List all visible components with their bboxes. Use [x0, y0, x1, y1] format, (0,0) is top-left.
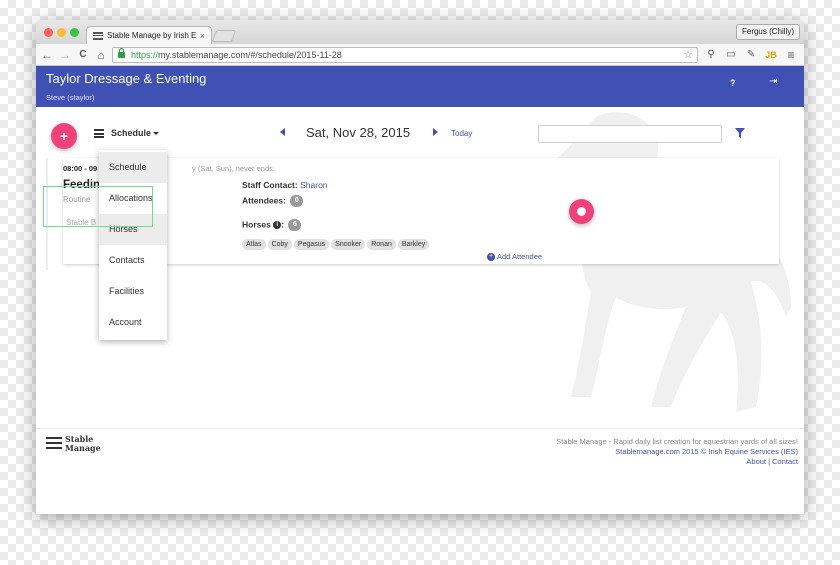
logo-line-2: Manage	[65, 443, 101, 453]
horses: Horses i: 6	[242, 219, 302, 231]
help-button[interactable]: ?	[730, 78, 736, 88]
info-icon[interactable]: i	[273, 221, 282, 229]
lock-icon	[118, 48, 125, 58]
browser-window: Stable Manage by Irish Equ × Fergus (Chi…	[36, 20, 804, 514]
filter-icon[interactable]	[735, 128, 745, 138]
footer: Stable Manage Stable Manage - Rapid dail…	[36, 428, 804, 514]
horse-chips: Atlas Coby Pegasus Snooker Ronan Barkley	[242, 239, 430, 250]
attendees: Attendees: 0	[242, 195, 304, 207]
staff-contact-link[interactable]: Sharon	[300, 180, 327, 190]
horse-watermark-icon	[557, 112, 791, 413]
footer-copyright-link[interactable]: Stablemanage.com 2015 © Irish Equine Ser…	[615, 447, 798, 456]
eyedropper-extension-icon[interactable]: ✎	[744, 48, 758, 62]
browser-tab[interactable]: Stable Manage by Irish Equ ×	[86, 26, 212, 44]
logout-icon[interactable]: ⇥	[769, 76, 777, 87]
extension-icon[interactable]: ⚲	[704, 48, 718, 62]
app-header: Taylor Dressage & Eventing Steve (staylo…	[36, 66, 804, 107]
add-attendee-label: Add Attendee	[497, 252, 543, 261]
horse-chip[interactable]: Atlas	[242, 239, 266, 250]
current-date: Sat, Nov 28, 2015	[306, 125, 411, 140]
footer-links: About | Contact	[746, 457, 798, 466]
close-window-icon[interactable]	[44, 28, 53, 37]
titlebar: Stable Manage by Irish Equ × Fergus (Chi…	[36, 20, 804, 44]
gear-icon[interactable]	[569, 199, 594, 224]
horses-count-badge: 6	[288, 219, 302, 231]
plus-circle-icon: +	[487, 253, 495, 262]
view-dropdown-menu: Schedule Allocations Horses Contacts Fac…	[99, 150, 167, 340]
add-attendee-button[interactable]: + Add Attendee	[487, 252, 543, 262]
attendees-label: Attendees:	[242, 195, 286, 206]
reload-icon[interactable]: C	[76, 47, 90, 63]
back-icon[interactable]: ←	[40, 47, 54, 63]
hamburger-menu-icon[interactable]	[94, 129, 104, 138]
caret-down-icon	[153, 132, 160, 136]
staff-contact: Staff Contact: Sharon	[242, 180, 328, 190]
about-link[interactable]: About	[746, 457, 766, 466]
bookmark-star-icon[interactable]: ☆	[683, 48, 693, 62]
url-scheme: https://	[131, 50, 159, 60]
address-bar[interactable]: https://my.stablemanage.com/#/schedule/2…	[112, 47, 698, 63]
tab-close-icon[interactable]: ×	[200, 31, 205, 41]
event-recurrence: y (Sat, Sun), never ends.	[192, 164, 275, 173]
horse-chip[interactable]: Pegasus	[293, 239, 330, 250]
chrome-menu-icon[interactable]: ≡	[784, 48, 798, 62]
menu-item-contacts[interactable]: Contacts	[99, 245, 167, 276]
previous-day-icon[interactable]	[280, 128, 285, 136]
horse-chip[interactable]: Coby	[267, 239, 292, 250]
footer-logo: Stable Manage	[46, 435, 101, 453]
tab-title: Stable Manage by Irish Equ	[107, 31, 196, 40]
cast-icon[interactable]: ▭	[724, 48, 738, 62]
current-user: Steve (staylor)	[46, 93, 95, 102]
minimize-window-icon[interactable]	[57, 28, 66, 37]
horse-chip[interactable]: Barkley	[397, 239, 430, 250]
footer-tagline: Stable Manage - Rapid daily list creatio…	[556, 437, 798, 446]
next-day-icon[interactable]	[433, 128, 438, 136]
search-input[interactable]	[538, 125, 722, 143]
jb-extension-icon[interactable]: JB	[764, 48, 778, 62]
app-title: Taylor Dressage & Eventing	[46, 71, 207, 86]
view-selector-label: Schedule	[111, 128, 152, 138]
horse-chip[interactable]: Ronan	[367, 239, 396, 250]
attendees-count-badge: 0	[290, 195, 304, 207]
maximize-window-icon[interactable]	[70, 28, 79, 37]
staff-contact-label: Staff Contact:	[242, 180, 298, 190]
browser-toolbar: ← → C ⌂ https://my.stablemanage.com/#/sc…	[36, 44, 804, 66]
url-path: my.stablemanage.com/#/schedule/2015-11-2…	[158, 50, 342, 60]
horses-label: Horses	[242, 219, 271, 230]
home-icon[interactable]: ⌂	[94, 47, 108, 63]
today-link[interactable]: Today	[451, 129, 472, 138]
menu-item-facilities[interactable]: Facilities	[99, 276, 167, 307]
forward-icon[interactable]: →	[58, 47, 72, 63]
new-tab-button[interactable]	[211, 30, 237, 42]
horse-chip[interactable]: Snooker	[331, 239, 366, 250]
main-content: + Schedule Sat, Nov 28, 2015 Today 08:00…	[36, 107, 804, 428]
menu-item-account[interactable]: Account	[99, 307, 167, 338]
stablemanage-favicon-icon	[93, 31, 103, 40]
add-event-button[interactable]: +	[51, 123, 77, 149]
selection-outline	[43, 186, 153, 227]
event-card[interactable]: 08:00 - 09 y (Sat, Sun), never ends. Fee…	[63, 158, 779, 264]
profile-button[interactable]: Fergus (Chilly)	[735, 24, 800, 40]
footer-separator: |	[768, 457, 771, 466]
view-selector[interactable]: Schedule	[111, 128, 160, 138]
menu-item-schedule[interactable]: Schedule	[99, 152, 167, 183]
event-time: 08:00 - 09	[63, 164, 98, 173]
contact-link[interactable]: Contact	[772, 457, 798, 466]
